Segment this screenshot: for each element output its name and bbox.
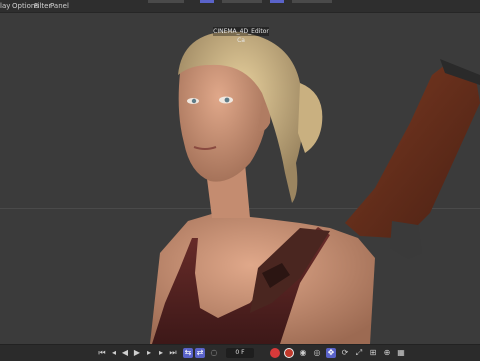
loop-icon[interactable]: ⇆ (183, 348, 193, 358)
grid-key-icon[interactable]: ▦ (396, 348, 406, 358)
rifle-stock (345, 59, 480, 259)
move-key-icon[interactable]: ✥ (326, 348, 336, 358)
camera-label: CINEMA_4D_Editor Ca (213, 27, 269, 44)
step-forward-icon[interactable]: ▸ (144, 348, 154, 358)
toolbar-strip-active (200, 0, 214, 3)
toolbar-strip-left (148, 0, 184, 3)
pla-key-icon[interactable]: ⊕ (382, 348, 392, 358)
menu-item-layout[interactable]: lay (0, 1, 10, 11)
timeline-bar: ⏮ ◂ ◀ ▶ ▸ ▸ ⏭ ⇆ ⇄ ◌ 0 F ◉ ◎ ✥ ⟳ ⤢ ⊞ ⊕ ▦ (0, 344, 480, 361)
fps-icon[interactable]: ◌ (209, 348, 219, 358)
play-icon[interactable]: ▶ (132, 348, 142, 358)
go-to-start-icon[interactable]: ⏮ (97, 348, 107, 358)
key-selection-icon[interactable]: ◎ (312, 348, 322, 358)
param-key-icon[interactable]: ⊞ (368, 348, 378, 358)
current-frame-field[interactable]: 0 F (226, 348, 254, 358)
autokey-icon[interactable] (284, 348, 294, 358)
record-icon[interactable] (270, 348, 280, 358)
step-back-icon[interactable]: ◀ (120, 348, 130, 358)
rotate-key-icon[interactable]: ⟳ (340, 348, 350, 358)
toolbar-strip-right (292, 0, 332, 3)
menu-bar: lay Options Filter Panel (0, 0, 480, 13)
keyframe-icon[interactable]: ◉ (298, 348, 308, 358)
previous-key-icon[interactable]: ◂ (109, 348, 119, 358)
menu-item-filter[interactable]: Filter (34, 1, 51, 11)
range-icon[interactable]: ⇄ (195, 348, 205, 358)
character-render (150, 31, 480, 344)
next-key-icon[interactable]: ▸ (156, 348, 166, 358)
toolbar-strip-active-2 (270, 0, 284, 3)
viewport[interactable]: CINEMA_4D_Editor Ca (0, 13, 480, 344)
menu-item-panel[interactable]: Panel (50, 1, 69, 11)
go-to-end-icon[interactable]: ⏭ (168, 348, 178, 358)
toolbar-strip-mid (222, 0, 262, 3)
scale-key-icon[interactable]: ⤢ (354, 348, 364, 358)
